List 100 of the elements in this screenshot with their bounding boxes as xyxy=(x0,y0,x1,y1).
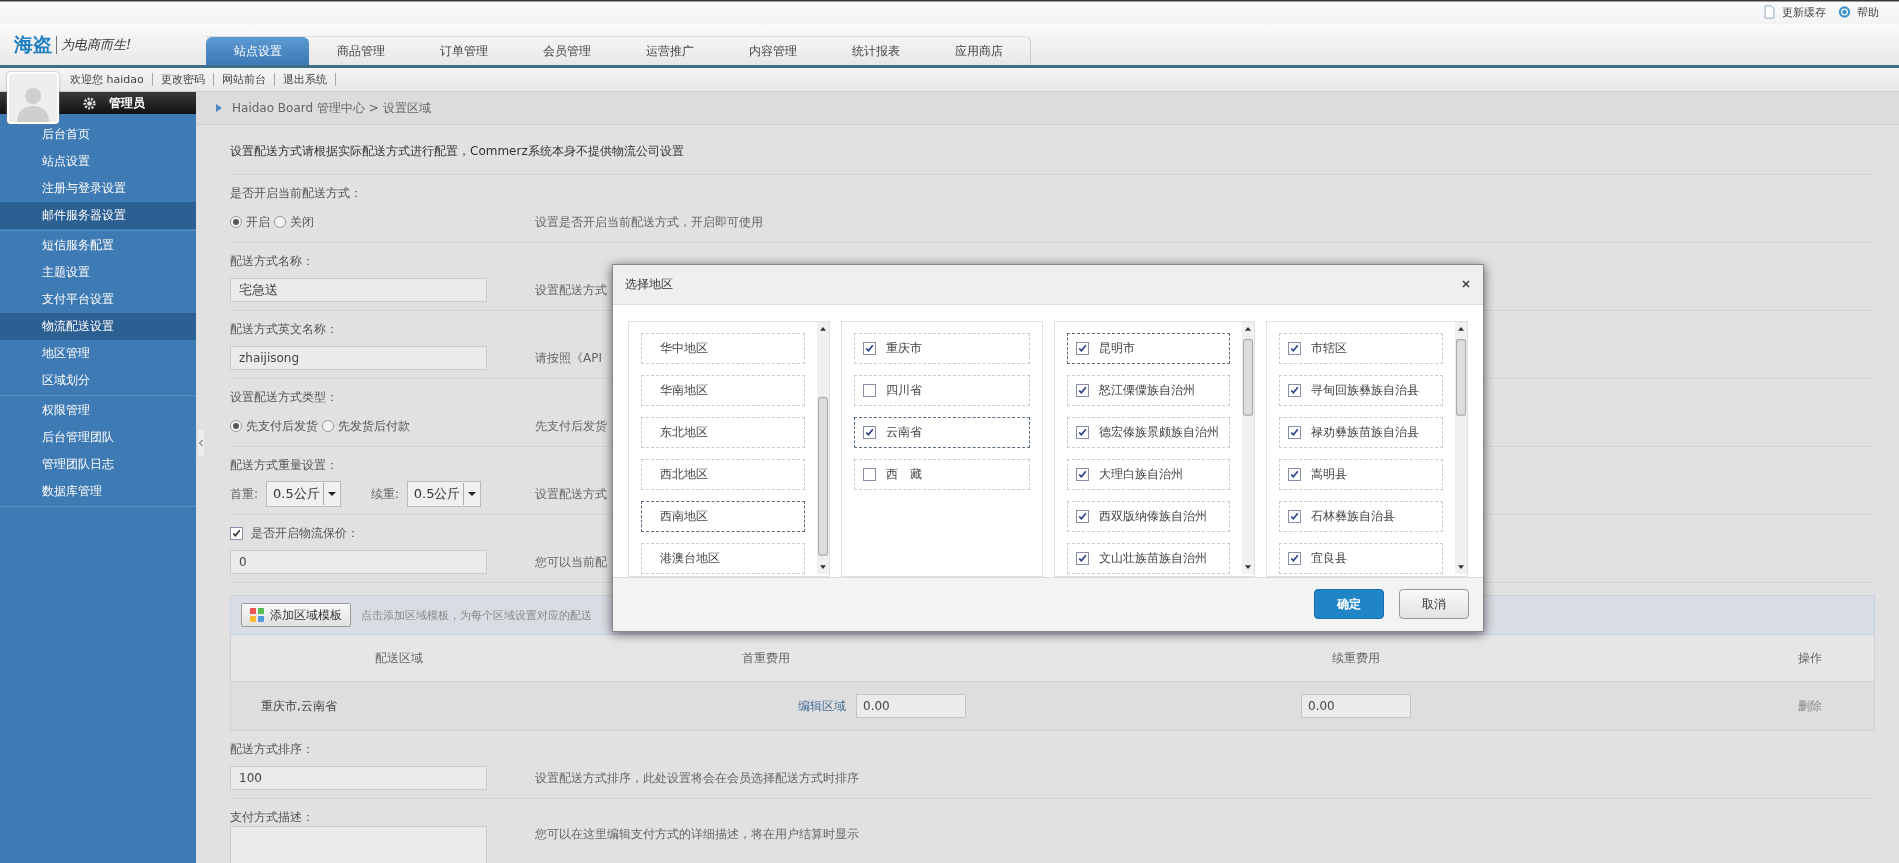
top-link[interactable]: 帮助 xyxy=(1857,4,1879,20)
weight-select[interactable]: 0.5公斤 xyxy=(266,481,341,507)
dialog-button[interactable]: 取消 xyxy=(1399,589,1469,620)
nav-tab[interactable]: 订单管理 xyxy=(412,37,515,65)
region-checkbox-item[interactable]: 文山壮族苗族自治州 xyxy=(1066,542,1231,574)
checkbox[interactable] xyxy=(1288,509,1302,523)
textarea-field[interactable] xyxy=(230,826,487,863)
region-checkbox-item[interactable]: 嵩明县 xyxy=(1279,458,1443,490)
nav-tab[interactable]: 统计报表 xyxy=(824,37,927,65)
sidebar-item[interactable]: 主题设置 xyxy=(0,259,196,286)
region-item[interactable]: 东北地区 xyxy=(641,416,805,448)
sidebar-item[interactable]: 管理团队日志 xyxy=(0,451,196,478)
column-header: 首重费用 xyxy=(741,649,791,667)
radio-option[interactable]: 关闭 xyxy=(274,213,314,231)
user-bar-link[interactable]: 退出系统 xyxy=(274,73,336,86)
region-checkbox-item[interactable]: 市辖区 xyxy=(1279,332,1443,364)
radio-option[interactable]: 先支付后发货 xyxy=(230,417,318,435)
region-item[interactable]: 西南地区 xyxy=(641,500,805,532)
hint-text: 设置配送方式 xyxy=(535,485,607,503)
sidebar-item[interactable]: 物流配送设置 xyxy=(0,313,196,340)
close-icon[interactable] xyxy=(1461,279,1471,290)
sidebar-item[interactable]: 地区管理 xyxy=(0,340,196,367)
region-checkbox-item[interactable]: 云南省 xyxy=(853,416,1030,448)
sidebar-item[interactable]: 邮件服务器设置 xyxy=(0,202,196,229)
region-checkbox-item[interactable]: 寻甸回族彝族自治县 xyxy=(1279,374,1443,406)
add-region-button[interactable]: 添加区域模板 xyxy=(241,603,351,627)
checkbox[interactable] xyxy=(1288,467,1302,481)
edit-region-link[interactable]: 编辑区域 xyxy=(798,697,846,715)
checkbox[interactable] xyxy=(1288,425,1302,439)
input-field[interactable]: 100 xyxy=(230,766,487,790)
user-bar-link[interactable]: 更改密码 xyxy=(152,73,214,86)
checkbox[interactable] xyxy=(862,341,876,355)
sidebar-item[interactable]: 后台首页 xyxy=(0,121,196,148)
region-checkbox-item[interactable]: 宜良县 xyxy=(1279,542,1443,574)
dialog-button[interactable]: 确定 xyxy=(1314,589,1384,620)
weight-select[interactable]: 0.5公斤 xyxy=(406,481,482,507)
fee-input[interactable]: 0.00 xyxy=(856,694,966,718)
field-label: 配送方式名称： xyxy=(230,253,314,270)
radio-option[interactable]: 先发货后付款 xyxy=(322,417,410,435)
sidebar-item[interactable]: 站点设置 xyxy=(0,148,196,175)
field-label: 配送方式排序： xyxy=(230,741,314,758)
input-field[interactable]: 宅急送 xyxy=(230,278,487,302)
nav-tab[interactable]: 商品管理 xyxy=(309,37,412,65)
checkbox[interactable] xyxy=(1075,509,1089,523)
checkbox[interactable] xyxy=(1288,383,1302,397)
nav-tab[interactable]: 应用商店 xyxy=(927,37,1030,65)
hint-text: 设置是否开启当前配送方式，开启即可使用 xyxy=(535,213,763,231)
top-link[interactable]: 更新缓存 xyxy=(1782,4,1826,20)
input-field[interactable]: 0 xyxy=(230,550,487,574)
dialog-title: 选择地区 xyxy=(625,275,673,293)
region-item[interactable]: 华中地区 xyxy=(641,332,805,364)
region-checkbox-item[interactable]: 大理白族自治州 xyxy=(1066,458,1231,490)
sidebar-item[interactable]: 注册与登录设置 xyxy=(0,175,196,202)
region-checkbox-item[interactable]: 禄劝彝族苗族自治县 xyxy=(1279,416,1443,448)
region-item[interactable]: 华南地区 xyxy=(641,374,805,406)
region-checkbox-item[interactable]: 西 藏 xyxy=(853,458,1030,490)
checkbox[interactable] xyxy=(1075,467,1089,481)
field-label: 配送方式英文名称： xyxy=(230,321,338,338)
sidebar-item[interactable]: 后台管理团队 xyxy=(0,424,196,451)
sidebar-item[interactable]: 数据库管理 xyxy=(0,478,196,505)
region-checkbox-item[interactable]: 西双版纳傣族自治州 xyxy=(1066,500,1231,532)
checkbox[interactable] xyxy=(1075,383,1089,397)
region-checkbox-item[interactable]: 德宏傣族景颇族自治州 xyxy=(1066,416,1231,448)
checkbox[interactable] xyxy=(230,526,243,540)
region-checkbox-item[interactable]: 重庆市 xyxy=(853,332,1030,364)
fee-input[interactable]: 0.00 xyxy=(1301,694,1411,718)
scrollbar[interactable] xyxy=(816,321,829,574)
checkbox[interactable] xyxy=(1288,551,1302,565)
scrollbar[interactable] xyxy=(1242,321,1255,574)
checkmark-icon xyxy=(1076,384,1088,396)
checkbox[interactable] xyxy=(862,467,876,481)
sidebar-item[interactable]: 区域划分 xyxy=(0,367,196,394)
checkbox[interactable] xyxy=(862,425,876,439)
region-checkbox-item[interactable]: 四川省 xyxy=(853,374,1030,406)
checkbox[interactable] xyxy=(1288,341,1302,355)
user-bar-link[interactable]: 欢迎您 haidao xyxy=(62,73,153,86)
sidebar-item[interactable]: 短信服务配置 xyxy=(0,232,196,259)
checkbox[interactable] xyxy=(862,383,876,397)
nav-tab[interactable]: 内容管理 xyxy=(721,37,824,65)
user-bar-link[interactable]: 网站前台 xyxy=(213,73,275,86)
radio-option[interactable]: 开启 xyxy=(230,213,270,231)
scrollbar[interactable] xyxy=(1455,321,1467,574)
collapse-handle-icon[interactable] xyxy=(197,428,205,458)
checkbox-label[interactable]: 是否开启物流保价： xyxy=(230,524,359,542)
region-checkbox-item[interactable]: 石林彝族自治县 xyxy=(1279,500,1443,532)
input-field[interactable]: zhaijisong xyxy=(230,346,487,370)
region-checkbox-item[interactable]: 昆明市 xyxy=(1066,332,1231,364)
hint-text: 您可以当前配 xyxy=(535,553,607,571)
sidebar-item[interactable]: 权限管理 xyxy=(0,397,196,424)
checkbox[interactable] xyxy=(1075,551,1089,565)
sidebar-item[interactable]: 支付平台设置 xyxy=(0,286,196,313)
region-item[interactable]: 西北地区 xyxy=(641,458,805,490)
checkmark-icon xyxy=(863,426,875,438)
nav-tab[interactable]: 会员管理 xyxy=(515,37,618,65)
region-checkbox-item[interactable]: 怒江傈僳族自治州 xyxy=(1066,374,1231,406)
checkbox[interactable] xyxy=(1075,425,1089,439)
region-item[interactable]: 港澳台地区 xyxy=(641,542,805,574)
nav-tab[interactable]: 运营推广 xyxy=(618,37,721,65)
nav-tab[interactable]: 站点设置 xyxy=(206,37,309,65)
checkbox[interactable] xyxy=(1075,341,1089,355)
